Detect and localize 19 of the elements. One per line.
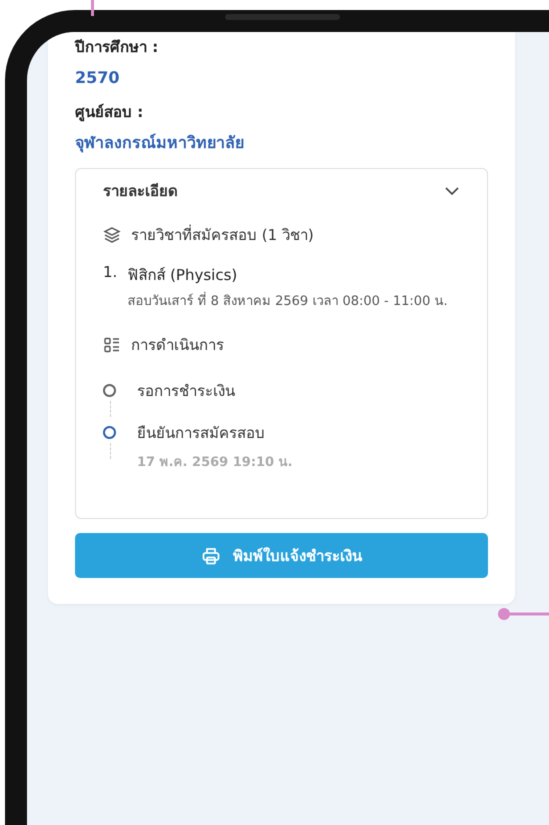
subject-name: ฟิสิกส์ (Physics) [127,265,238,286]
print-button[interactable]: พิมพ์ใบแจ้งชำระเงิน [75,533,488,578]
list-icon [103,336,121,354]
step-label: ยืนยันการสมัครสอบ [137,423,266,444]
exam-schedule: สอบวันเสาร์ ที่ 8 สิงหาคม 2569 เวลา 08:00 - 11:00 น. [127,291,448,313]
details-title: รายละเอียด [103,181,178,202]
layers-icon [103,226,121,244]
field-value: 2570 [75,67,121,89]
field-label: ปีการศึกษา : [75,37,160,57]
callout-pointer [497,607,549,621]
printer-icon [201,546,221,566]
chevron-icon[interactable] [444,186,460,196]
list-number: 1. [103,263,118,283]
field-value: จุฬาลงกรณ์มหาวิทยาลัย [75,132,245,154]
step-time: 17 พ.ค. 2569 19:10 น. [137,454,294,472]
subjects-heading: รายวิชาที่สมัครสอบ (1 วิชา) [131,224,314,246]
progress-heading: การดำเนินการ [131,335,224,356]
field-label: ศูนย์สอบ : [75,102,144,122]
step-label: รอการชำระเงิน [137,381,236,402]
